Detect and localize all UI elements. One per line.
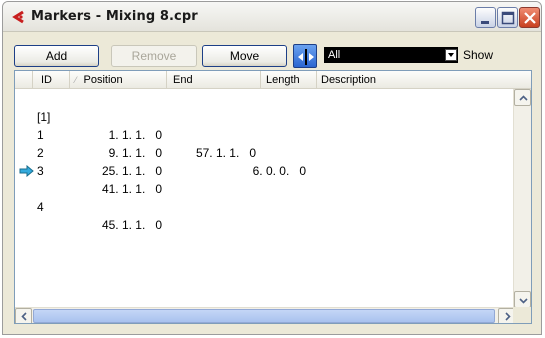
minimize-button[interactable] xyxy=(475,7,496,28)
column-header-id[interactable]: ID xyxy=(34,71,70,89)
table-row[interactable]: 4 45. 1. 1. 0 xyxy=(15,162,513,232)
markers-table: ID ⁄ Position End Length Description [1] … xyxy=(14,70,532,324)
table-row[interactable]: 2 25. 1. 1. 0 xyxy=(15,126,513,178)
scrollbar-corner xyxy=(513,307,531,323)
scroll-left-button[interactable] xyxy=(15,308,32,323)
chevron-left-icon xyxy=(21,312,27,321)
add-button[interactable]: Add xyxy=(14,45,99,67)
table-row[interactable]: 3 41. 1. 1. 0 xyxy=(15,144,513,196)
cycle-marker-button[interactable] xyxy=(293,44,317,68)
title-bar[interactable]: Markers - Mixing 8.cpr xyxy=(3,2,541,32)
maximize-icon xyxy=(501,11,515,25)
move-button[interactable]: Move xyxy=(202,45,287,67)
table-row[interactable]: 1 9. 1. 1. 0 xyxy=(15,108,513,160)
minimize-icon xyxy=(481,21,489,24)
window-title: Markers - Mixing 8.cpr xyxy=(31,9,198,24)
filter-value: All xyxy=(328,49,341,61)
show-label: Show xyxy=(463,48,494,62)
remove-button[interactable]: Remove xyxy=(111,45,197,67)
cell-id: 4 xyxy=(37,200,44,214)
horizontal-scrollbar[interactable] xyxy=(15,307,515,323)
table-row[interactable]: [1] 1. 1. 1. 0 57. 1. 1. 0 6. 0. 0. 0 xyxy=(15,90,513,178)
close-button[interactable] xyxy=(519,7,540,28)
current-marker-arrow-icon xyxy=(19,165,34,177)
table-header: ID ⁄ Position End Length Description xyxy=(15,71,531,89)
close-icon xyxy=(524,12,536,24)
toolbar: Add Remove Move All Show xyxy=(3,33,541,69)
cubase-logo-icon xyxy=(12,10,24,24)
cell-position[interactable]: 45. 1. 1. 0 xyxy=(71,216,167,234)
column-header-end[interactable]: End xyxy=(168,71,261,89)
column-header-description[interactable]: Description xyxy=(318,71,518,89)
chevron-up-icon xyxy=(519,95,528,101)
scroll-down-button[interactable] xyxy=(514,291,531,308)
chevron-down-icon[interactable] xyxy=(445,49,457,61)
horizontal-scroll-thumb[interactable] xyxy=(33,309,495,323)
column-header-position[interactable]: ⁄ Position xyxy=(71,71,167,89)
vertical-scrollbar[interactable] xyxy=(513,89,531,308)
maximize-button[interactable] xyxy=(497,7,518,28)
cell-position[interactable]: 41. 1. 1. 0 xyxy=(71,180,167,198)
column-header-selector[interactable] xyxy=(15,71,33,89)
column-header-position-label: Position xyxy=(83,74,123,86)
markers-window: Markers - Mixing 8.cpr Add Remove Move A… xyxy=(2,1,542,335)
table-body: [1] 1. 1. 1. 0 57. 1. 1. 0 6. 0. 0. 0 1 … xyxy=(15,90,513,232)
sort-ascending-icon: ⁄ xyxy=(75,75,77,85)
column-header-length[interactable]: Length xyxy=(262,71,317,89)
cycle-marker-icon xyxy=(298,49,314,65)
scroll-up-button[interactable] xyxy=(514,89,531,106)
marker-filter-select[interactable]: All xyxy=(324,47,458,63)
